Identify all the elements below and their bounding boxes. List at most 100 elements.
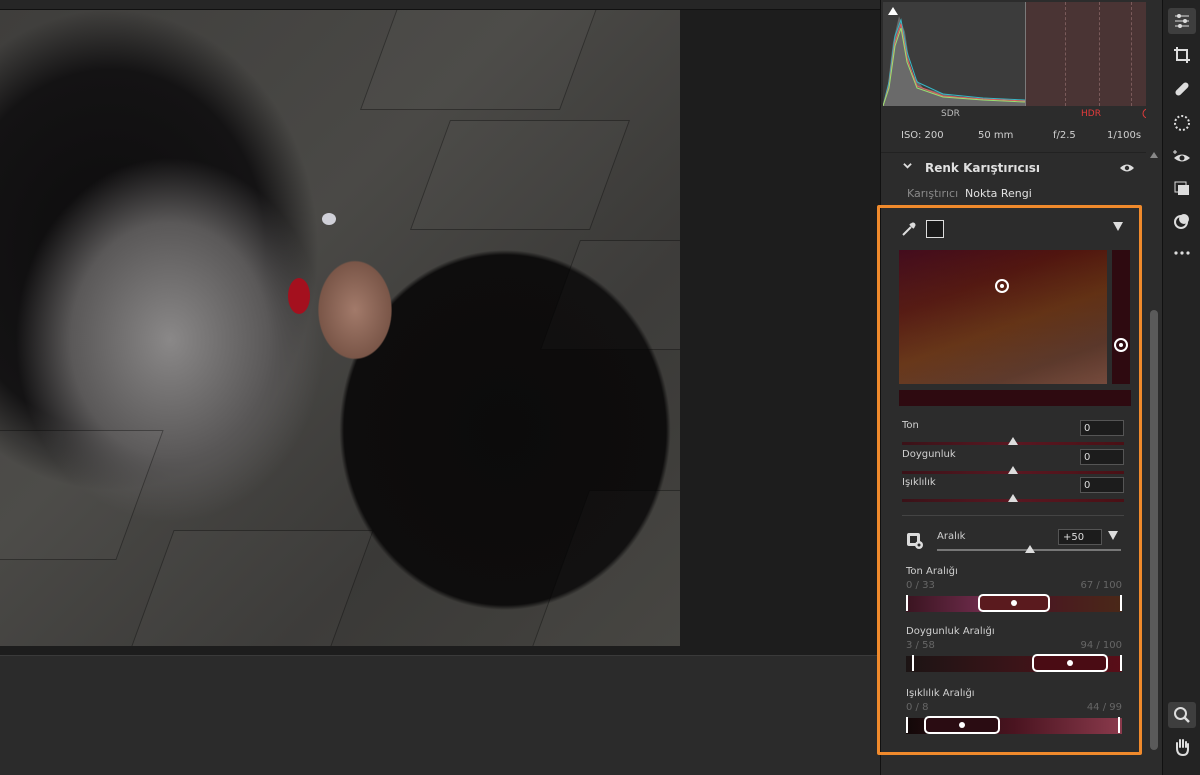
- sliders-icon: [1175, 14, 1189, 28]
- slider-label: Doygunluk: [902, 449, 956, 460]
- panel-scrollbar[interactable]: [1146, 0, 1162, 775]
- color-swatch[interactable]: [926, 220, 944, 238]
- visualize-range-icon[interactable]: [906, 532, 924, 550]
- tool-strip: [1162, 0, 1200, 775]
- sdr-hdr-divider[interactable]: [1025, 2, 1026, 106]
- range-bar[interactable]: [906, 654, 1122, 672]
- red-eye-icon: [1173, 150, 1190, 162]
- bandage-icon: [1175, 82, 1189, 96]
- aralik-value-input[interactable]: +50: [1058, 529, 1102, 545]
- scroll-up-arrow[interactable]: [1150, 152, 1158, 158]
- stone-tile: [0, 430, 164, 560]
- more-button[interactable]: [1168, 240, 1196, 266]
- slider-thumb[interactable]: [1008, 494, 1018, 502]
- crop-button[interactable]: [1168, 42, 1196, 68]
- masking-button[interactable]: [1168, 110, 1196, 136]
- edit-panel-button[interactable]: [1168, 8, 1196, 34]
- scrollbar-thumb[interactable]: [1150, 310, 1158, 750]
- sdr-label: SDR: [941, 109, 960, 119]
- range-right-values: 67 / 100: [1080, 580, 1122, 591]
- hdr-label: HDR: [1081, 109, 1101, 119]
- range-outer-right-handle[interactable]: [1120, 655, 1122, 671]
- eye-icon[interactable]: [1119, 163, 1135, 173]
- point-color-panel: Ton 0 Doygunluk 0 Işıklılık 0 Aralık +50…: [880, 208, 1139, 752]
- color-target-marker[interactable]: [995, 279, 1009, 293]
- presets-button[interactable]: [1168, 176, 1196, 202]
- range-outer-right-handle[interactable]: [1120, 595, 1122, 611]
- slider-label: Işıklılık: [902, 477, 936, 488]
- exif-shutter: 1/100s: [1107, 130, 1142, 141]
- slider-label: Ton: [902, 420, 919, 431]
- slider-isiklilik[interactable]: Işıklılık 0: [902, 477, 1124, 505]
- range-title: Ton Aralığı: [906, 566, 958, 577]
- more-icon: [1174, 251, 1190, 255]
- range-outer-left-handle[interactable]: [912, 655, 914, 671]
- range-bar[interactable]: [906, 716, 1122, 734]
- range-outer-left-handle[interactable]: [906, 595, 908, 611]
- slider-value-input[interactable]: 0: [1080, 420, 1124, 436]
- zoom-button[interactable]: [1168, 702, 1196, 728]
- luminance-strip[interactable]: [1112, 250, 1130, 384]
- exif-info: ISO: 200 50 mm f/2.5 1/100s: [883, 126, 1161, 146]
- aralik-thumb[interactable]: [1025, 545, 1035, 553]
- hdr-stop-line: [1099, 2, 1100, 106]
- slider-thumb[interactable]: [1008, 437, 1018, 445]
- healing-button[interactable]: [1168, 76, 1196, 102]
- luminance-target-marker[interactable]: [1114, 338, 1128, 352]
- eyedropper-icon[interactable]: [900, 220, 918, 238]
- hand-button[interactable]: [1168, 734, 1196, 760]
- saturation-range: Doygunluk Aralığı 3 / 58 94 / 100: [906, 626, 1122, 684]
- range-title: Işıklılık Aralığı: [906, 688, 975, 699]
- tab-point-color[interactable]: Nokta Rengi: [965, 187, 1032, 200]
- photo-image[interactable]: [0, 10, 680, 646]
- mask-icon: [1174, 115, 1190, 131]
- slider-doygunluk[interactable]: Doygunluk 0: [902, 449, 1124, 477]
- range-inner-handle[interactable]: [924, 716, 1000, 734]
- range-right-values: 94 / 100: [1080, 640, 1122, 651]
- hand-icon: [1176, 739, 1189, 756]
- snapshots-icon: [1174, 214, 1189, 229]
- snapshots-button[interactable]: [1168, 208, 1196, 234]
- luminance-range: Işıklılık Aralığı 0 / 8 44 / 99: [906, 688, 1122, 746]
- color-mixer-tabs: Karıştırıcı Nokta Rengi: [881, 186, 1163, 204]
- range-outer-right-handle[interactable]: [1118, 717, 1120, 733]
- exif-iso: ISO: 200: [901, 130, 944, 141]
- ring: [322, 213, 336, 225]
- hdr-zone: [1025, 2, 1161, 106]
- slider-value-input[interactable]: 0: [1080, 477, 1124, 493]
- range-left-values: 0 / 33: [906, 580, 935, 591]
- histogram-graph: [883, 16, 1025, 106]
- chevron-down-icon[interactable]: [903, 161, 912, 170]
- hue-saturation-picker[interactable]: [899, 250, 1107, 384]
- hdr-stop-line: [1131, 2, 1132, 106]
- zoom-icon: [1174, 707, 1190, 723]
- slider-ton[interactable]: Ton 0: [902, 420, 1124, 448]
- selected-color-preview: [899, 390, 1131, 406]
- histogram-labels: SDR HDR: [883, 106, 1161, 124]
- stone-tile: [530, 490, 680, 646]
- range-control[interactable]: Aralık +50: [902, 528, 1124, 564]
- range-inner-handle[interactable]: [978, 594, 1050, 612]
- aralik-dropdown-triangle[interactable]: [1108, 531, 1118, 540]
- range-left-values: 0 / 8: [906, 702, 929, 713]
- shadow-clip-icon[interactable]: [887, 5, 899, 17]
- hdr-stop-line: [1065, 2, 1066, 106]
- exif-focal: 50 mm: [978, 130, 1014, 141]
- range-title: Doygunluk Aralığı: [906, 626, 995, 637]
- tab-mixer[interactable]: Karıştırıcı: [907, 187, 958, 200]
- filmstrip: [0, 655, 880, 775]
- range-outer-left-handle[interactable]: [906, 717, 908, 733]
- range-bar[interactable]: [906, 594, 1122, 612]
- crop-icon: [1174, 47, 1190, 63]
- stone-tile: [409, 120, 631, 230]
- panel-menu-triangle[interactable]: [1113, 222, 1123, 231]
- aralik-label: Aralık: [937, 531, 966, 542]
- stone-tile: [359, 10, 601, 110]
- slider-thumb[interactable]: [1008, 466, 1018, 474]
- red-eye-button[interactable]: [1168, 144, 1196, 170]
- color-mixer-header[interactable]: Renk Karıştırıcısı: [881, 152, 1163, 182]
- presets-icon: [1174, 181, 1189, 195]
- slider-value-input[interactable]: 0: [1080, 449, 1124, 465]
- range-inner-handle[interactable]: [1032, 654, 1108, 672]
- stone-tile: [539, 240, 680, 350]
